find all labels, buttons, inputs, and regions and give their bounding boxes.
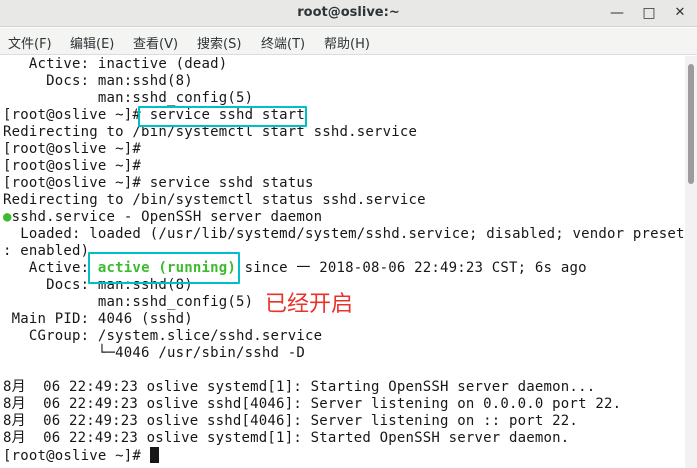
minimize-icon[interactable]: — [607, 3, 627, 23]
terminal-line: [root@oslive ~]# [3, 141, 142, 157]
terminal-line: [root@oslive ~]# service sshd status [3, 175, 314, 191]
status-dot-icon: ● [3, 209, 12, 225]
running-status: active (running) [97, 260, 236, 276]
menu-view[interactable]: 查看(V) [133, 33, 178, 52]
window-title: root@oslive:~ [297, 5, 400, 20]
terminal-line: 8月 06 22:49:23 oslive sshd[4046]: Server… [3, 413, 579, 429]
start-command: service sshd start [149, 107, 306, 123]
terminal-line: man:sshd_config(5) [3, 90, 254, 106]
scrollbar[interactable] [685, 56, 697, 468]
close-icon[interactable]: ✕ [670, 3, 690, 23]
terminal-line: Main PID: 4046 (sshd) [3, 311, 193, 327]
annotation-label: 已经开启 [265, 292, 354, 317]
terminal-line: Docs: man:sshd(8) [3, 277, 193, 293]
shell-prompt: [root@oslive ~]# [3, 107, 150, 123]
menu-bar: 文件(F) 编辑(E) 查看(V) 搜索(S) 终端(T) 帮助(H) [0, 28, 697, 55]
terminal-line: └─4046 /usr/sbin/sshd -D [3, 345, 306, 361]
terminal-line: Docs: man:sshd(8) [3, 73, 193, 89]
menu-edit[interactable]: 编辑(E) [70, 33, 114, 52]
menu-search[interactable]: 搜索(S) [197, 33, 241, 52]
terminal-line: Active: active (running) since 一 2018-08… [3, 260, 587, 277]
terminal-output[interactable]: Active: inactive (dead) Docs: man:sshd(8… [0, 56, 685, 468]
terminal-line: Redirecting to /bin/systemctl start sshd… [3, 124, 418, 140]
terminal-line: Loaded: loaded (/usr/lib/systemd/system/… [3, 226, 685, 242]
menu-file[interactable]: 文件(F) [8, 33, 52, 52]
window-titlebar[interactable]: root@oslive:~ — □ ✕ [0, 0, 697, 27]
terminal-line: man:sshd_config(5) [3, 294, 254, 310]
terminal-line: [root@oslive ~]# [3, 447, 159, 464]
terminal-line: ●sshd.service - OpenSSH server daemon [3, 209, 322, 226]
terminal-line: Active: inactive (dead) [3, 56, 228, 72]
terminal-line: : enabled) [3, 243, 90, 259]
text-cursor [149, 447, 159, 463]
terminal-line: 8月 06 22:49:23 oslive systemd[1]: Starti… [3, 379, 596, 395]
terminal-line: [root@oslive ~]# service sshd start [3, 107, 305, 124]
shell-prompt: [root@oslive ~]# [3, 448, 150, 464]
terminal-line: Redirecting to /bin/systemctl status ssh… [3, 192, 426, 208]
active-label: Active: [3, 260, 98, 276]
service-name: sshd.service - OpenSSH server daemon [11, 209, 323, 225]
scrollbar-thumb[interactable] [688, 64, 694, 184]
terminal-line: [root@oslive ~]# [3, 158, 142, 174]
terminal-line: 8月 06 22:49:23 oslive systemd[1]: Starte… [3, 430, 570, 446]
menu-terminal[interactable]: 终端(T) [261, 33, 305, 52]
terminal-line: CGroup: /system.slice/sshd.service [3, 328, 323, 344]
maximize-icon[interactable]: □ [639, 3, 659, 23]
menu-help[interactable]: 帮助(H) [324, 33, 370, 52]
active-since: since 一 2018-08-06 22:49:23 CST; 6s ago [235, 260, 587, 276]
terminal-line: 8月 06 22:49:23 oslive sshd[4046]: Server… [3, 396, 622, 412]
